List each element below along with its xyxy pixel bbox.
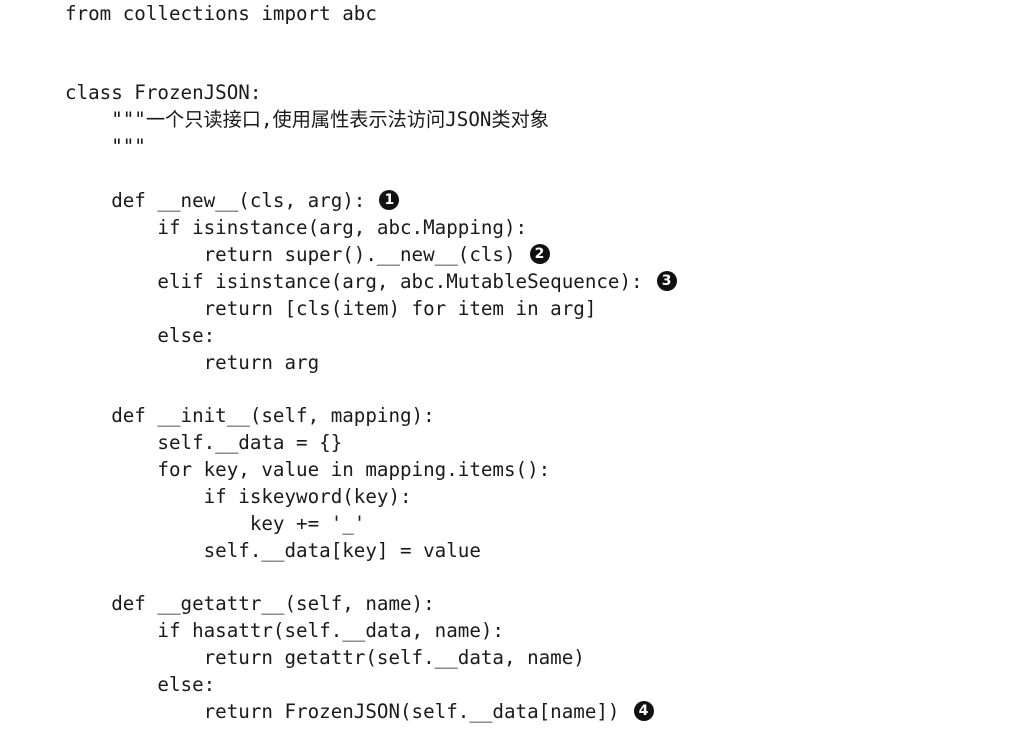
docstring-line: """一个只读接口,使用属性表示法访问JSON类对象: [65, 106, 549, 133]
code-line: return arg: [65, 349, 320, 376]
callout-marker: 4: [633, 700, 654, 721]
code-line: if iskeyword(key):: [65, 483, 412, 510]
code-line: class FrozenJSON:: [65, 79, 261, 106]
code-line-text: return FrozenJSON(self.__data[name]): [65, 700, 620, 723]
code-line-text: key += '_': [65, 512, 366, 535]
code-line: def __init__(self, mapping):: [65, 402, 435, 429]
code-line-text: class FrozenJSON:: [65, 81, 262, 104]
code-line: from collections import abc: [65, 0, 377, 27]
code-line-text: def __getattr__(self, name):: [65, 592, 435, 615]
code-line: self.__data = {}: [65, 429, 342, 456]
code-line-text: """一个只读接口,使用属性表示法访问JSON类对象: [65, 108, 549, 131]
code-line-text: def __init__(self, mapping):: [65, 404, 435, 427]
code-line-text: return arg: [65, 351, 320, 374]
code-line: if hasattr(self.__data, name):: [65, 617, 504, 644]
code-line: elif isinstance(arg, abc.MutableSequence…: [65, 268, 677, 295]
code-line: for key, value in mapping.items():: [65, 456, 550, 483]
code-line-text: else:: [65, 324, 216, 347]
code-line-text: for key, value in mapping.items():: [65, 458, 551, 481]
code-line-text: """: [65, 135, 146, 158]
code-line: if isinstance(arg, abc.Mapping):: [65, 214, 527, 241]
code-line-text: if iskeyword(key):: [65, 485, 412, 508]
code-listing: from collections import abc class Frozen…: [65, 0, 1005, 738]
code-line: return getattr(self.__data, name): [65, 644, 585, 671]
code-line-text: return super().__new__(cls): [65, 243, 516, 266]
code-line-text: return [cls(item) for item in arg]: [65, 297, 597, 320]
code-line-text: if isinstance(arg, abc.Mapping):: [65, 216, 528, 239]
code-line: def __getattr__(self, name):: [65, 590, 435, 617]
code-line: else:: [65, 671, 215, 698]
code-line: key += '_': [65, 510, 366, 537]
code-line-text: def __new__(cls, arg):: [65, 189, 366, 212]
callout-marker: 3: [656, 270, 677, 291]
code-line-text: if hasattr(self.__data, name):: [65, 619, 504, 642]
code-line-text: return getattr(self.__data, name): [65, 646, 585, 669]
callout-marker: 1: [379, 189, 400, 210]
code-line: else:: [65, 322, 215, 349]
code-line: return FrozenJSON(self.__data[name]) 4: [65, 698, 654, 725]
code-line: return super().__new__(cls) 2: [65, 241, 550, 268]
code-line: def __new__(cls, arg): 1: [65, 187, 400, 214]
code-line: return [cls(item) for item in arg]: [65, 295, 597, 322]
callout-marker: 2: [529, 243, 550, 264]
code-line-text: self.__data = {}: [65, 431, 343, 454]
code-line: self.__data[key] = value: [65, 537, 481, 564]
docstring-line: """: [65, 133, 146, 160]
code-line-text: self.__data[key] = value: [65, 539, 481, 562]
code-line-text: else:: [65, 673, 216, 696]
code-line-text: from collections import abc: [65, 2, 377, 25]
code-line-text: elif isinstance(arg, abc.MutableSequence…: [65, 270, 643, 293]
